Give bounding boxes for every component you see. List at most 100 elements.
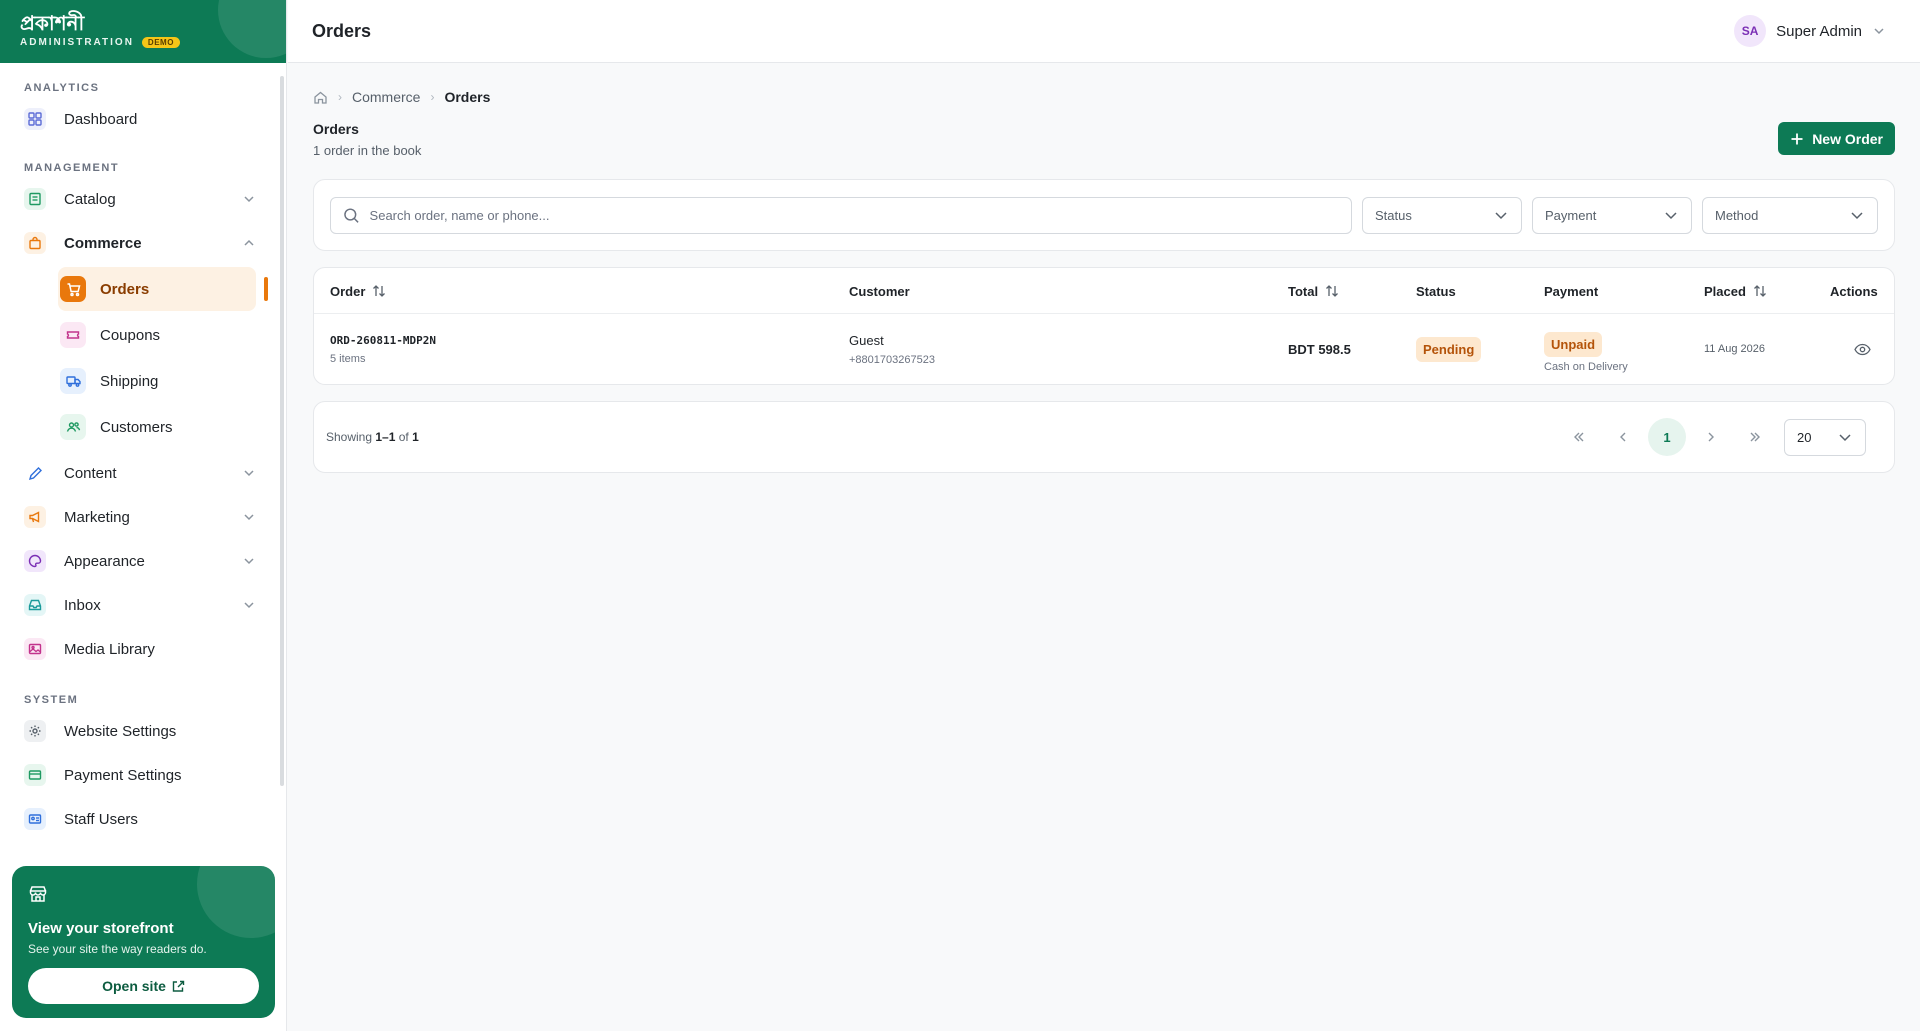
sidebar-item-payment-settings[interactable]: Payment Settings <box>0 753 280 797</box>
order-id[interactable]: ORD-260811-MDP2N <box>330 334 436 347</box>
page-title: Orders <box>312 20 372 41</box>
brand-header[interactable]: প্রকাশনী ADMINISTRATION DEMO <box>0 0 286 63</box>
sidebar-item-appearance[interactable]: Appearance <box>0 539 280 583</box>
palette-icon <box>24 550 46 572</box>
placed-date: 11 Aug 2026 <box>1704 343 1765 355</box>
sidebar-item-media-library[interactable]: Media Library <box>0 627 280 671</box>
column-label: Payment <box>1544 283 1599 299</box>
column-label: Status <box>1416 283 1456 299</box>
section-heading: Orders <box>313 121 359 137</box>
chevron-down-icon <box>244 196 254 203</box>
sidebar-item-label: Staff Users <box>64 810 138 828</box>
book-icon <box>24 188 46 210</box>
sidebar-item-staff-users[interactable]: Staff Users <box>0 797 280 841</box>
column-label: Order <box>330 283 366 299</box>
showing-total: 1 <box>412 430 419 444</box>
cell-actions <box>1854 314 1871 384</box>
chevron-right-icon <box>1708 432 1714 442</box>
sidebar-item-commerce[interactable]: Commerce <box>0 221 280 265</box>
chevron-down-icon <box>1874 28 1884 35</box>
brand-subtitle: ADMINISTRATION <box>20 37 134 48</box>
sidebar-item-dashboard[interactable]: Dashboard <box>0 97 280 141</box>
column-customer: Customer <box>849 268 910 314</box>
search-input[interactable] <box>369 207 1339 223</box>
status-filter[interactable]: Status <box>1362 196 1522 234</box>
cart-icon <box>60 276 86 302</box>
showing-of: of <box>398 430 409 444</box>
table-row[interactable]: ORD-260811-MDP2N 5 items Guest +88017032… <box>314 314 1894 384</box>
payment-method: Cash on Delivery <box>1544 360 1628 373</box>
chevron-down-icon <box>1851 212 1863 220</box>
section-label-system: SYSTEM <box>24 694 79 706</box>
sidebar-item-shipping[interactable]: Shipping <box>58 359 256 403</box>
home-icon[interactable] <box>313 90 328 105</box>
status-badge: Pending <box>1416 336 1482 362</box>
prev-page-button[interactable] <box>1604 418 1642 456</box>
column-placed[interactable]: Placed <box>1704 268 1768 314</box>
sidebar-item-catalog[interactable]: Catalog <box>0 177 280 221</box>
sidebar-item-label: Dashboard <box>64 110 138 128</box>
sidebar-item-label: Customers <box>100 418 173 436</box>
customer-phone: +8801703267523 <box>849 353 935 366</box>
open-site-button[interactable]: Open site <box>28 968 259 1004</box>
open-site-label: Open site <box>102 978 166 994</box>
inbox-icon <box>24 594 46 616</box>
method-filter[interactable]: Method <box>1702 196 1878 234</box>
external-link-icon <box>172 980 185 992</box>
main-content: › Commerce › Orders Orders 1 order in th… <box>313 63 1895 473</box>
decorative-circle <box>218 0 286 58</box>
avatar: SA <box>1734 15 1767 47</box>
storefront-card: View your storefront See your site the w… <box>12 866 275 1018</box>
new-order-label: New Order <box>1812 130 1883 147</box>
column-payment: Payment <box>1544 268 1598 314</box>
sidebar-item-customers[interactable]: Customers <box>58 405 256 449</box>
search-icon <box>344 207 359 223</box>
pagination-bar: Showing 1–1 of 1 1 20 <box>313 401 1895 473</box>
payment-filter[interactable]: Payment <box>1532 196 1692 234</box>
id-card-icon <box>24 808 46 830</box>
column-label: Total <box>1288 283 1319 299</box>
megaphone-icon <box>24 506 46 528</box>
breadcrumb-current: Orders <box>444 89 491 105</box>
column-total[interactable]: Total <box>1288 268 1340 314</box>
page-button-current[interactable]: 1 <box>1648 418 1686 456</box>
search-box[interactable] <box>330 196 1352 234</box>
storefront-icon <box>29 886 47 902</box>
sidebar-scrollbar[interactable] <box>280 76 284 786</box>
per-page-select[interactable]: 20 <box>1784 418 1866 456</box>
new-order-button[interactable]: New Order <box>1778 122 1895 155</box>
column-order[interactable]: Order <box>330 268 387 314</box>
last-page-button[interactable] <box>1736 418 1774 456</box>
showing-prefix: Showing <box>326 430 373 444</box>
chevron-left-icon <box>1620 432 1626 442</box>
breadcrumb-commerce[interactable]: Commerce <box>352 89 420 105</box>
credit-card-icon <box>24 764 46 786</box>
breadcrumb-separator: › <box>430 90 435 104</box>
sidebar-item-coupons[interactable]: Coupons <box>58 313 256 357</box>
filter-bar: Status Payment Method <box>313 179 1895 251</box>
sidebar-item-website-settings[interactable]: Website Settings <box>0 709 280 753</box>
user-name: Super Admin <box>1776 22 1862 40</box>
sidebar-item-marketing[interactable]: Marketing <box>0 495 280 539</box>
sidebar-item-label: Inbox <box>64 596 101 614</box>
demo-badge: DEMO <box>141 37 180 48</box>
column-label: Placed <box>1704 283 1746 299</box>
section-label-management: MANAGEMENT <box>24 162 120 174</box>
sidebar: প্রকাশনী ADMINISTRATION DEMO ANALYTICS D… <box>0 0 287 1031</box>
active-indicator <box>264 277 268 301</box>
sidebar-item-orders[interactable]: Orders <box>58 267 268 311</box>
sidebar-item-label: Marketing <box>64 508 130 526</box>
eye-icon[interactable] <box>1854 341 1871 358</box>
status-filter-label: Status <box>1375 207 1412 223</box>
sidebar-item-label: Content <box>64 464 117 482</box>
column-label: Customer <box>849 283 910 299</box>
sidebar-item-label: Catalog <box>64 190 116 208</box>
sidebar-nav: ANALYTICS Dashboard MANAGEMENT Catalog C… <box>0 63 280 853</box>
payment-badge: Unpaid <box>1544 331 1603 357</box>
sidebar-item-content[interactable]: Content <box>0 451 280 495</box>
first-page-button[interactable] <box>1560 418 1598 456</box>
chevron-down-icon <box>1665 212 1677 220</box>
sidebar-item-inbox[interactable]: Inbox <box>0 583 280 627</box>
user-menu[interactable]: SA Super Admin <box>1734 15 1886 47</box>
next-page-button[interactable] <box>1692 418 1730 456</box>
